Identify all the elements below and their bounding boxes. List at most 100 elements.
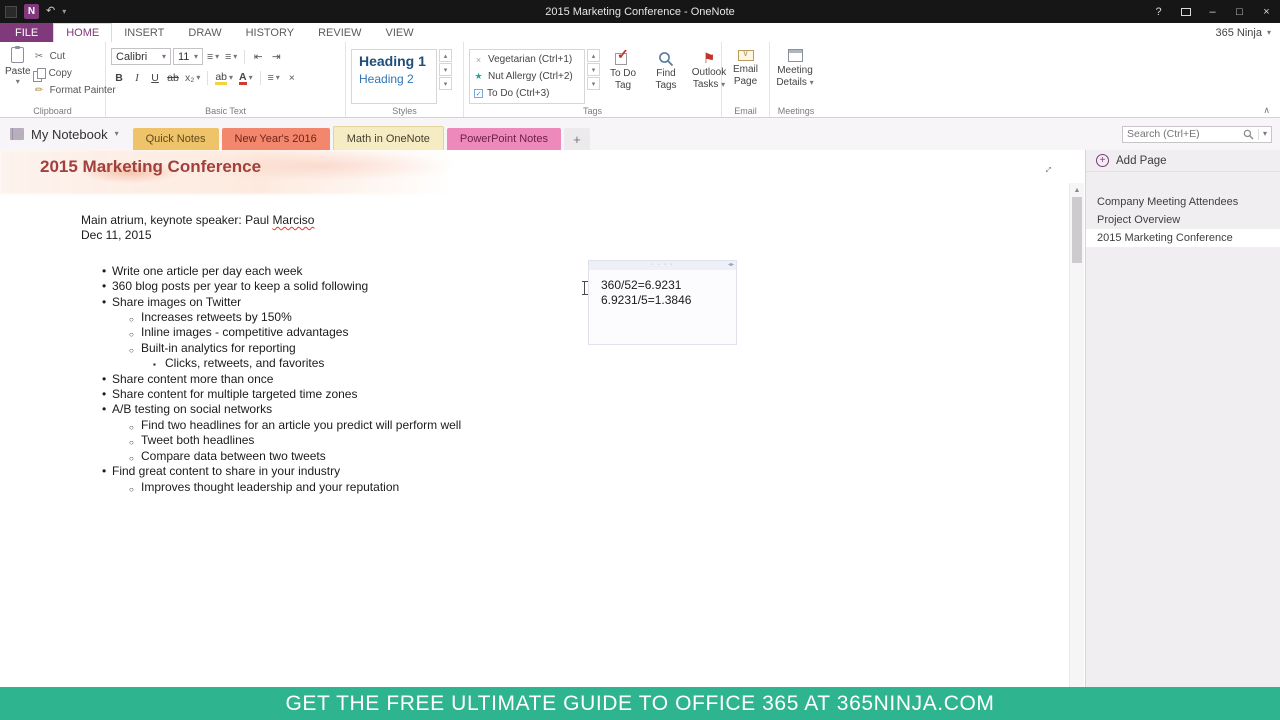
tag-to-do[interactable]: ✓ To Do (Ctrl+3) [470,87,584,101]
scrollbar-up-arrow[interactable]: ▲ [1070,183,1084,197]
underline-button[interactable]: U [147,70,163,86]
list-item[interactable]: Share images on Twitter [81,295,641,311]
list-item[interactable]: Find two headlines for an article you pr… [81,418,641,436]
resize-arrows-icon[interactable]: ◂▸ [728,261,734,269]
scrollbar-thumb[interactable] [1072,197,1082,263]
undo-icon[interactable]: ↶ [46,6,55,17]
list-item[interactable]: 360 blog posts per year to keep a solid … [81,279,641,295]
tab-draw[interactable]: DRAW [176,23,233,42]
ribbon-display-options-button[interactable] [1172,0,1199,23]
decrease-indent-button[interactable]: ⇤ [250,49,266,65]
strikethrough-button[interactable]: ab [165,70,181,86]
section-tab-powerpoint-notes[interactable]: PowerPoint Notes [446,128,561,150]
tags-scroll-up-button[interactable]: ▴ [587,49,600,62]
font-color-button[interactable]: A ▾ [237,70,255,86]
note-container-move-handle[interactable]: · · · · ◂▸ [589,261,736,270]
page-canvas[interactable]: 2015 Marketing Conference ↔ Main atrium,… [0,150,1069,687]
styles-scroll-up-button[interactable]: ▴ [439,49,452,62]
italic-button[interactable]: I [129,70,145,86]
note-line[interactable]: Main atrium, keynote speaker: Paul Marci… [81,213,641,228]
tab-home[interactable]: HOME [53,23,113,42]
search-icon[interactable] [1243,129,1254,140]
note-line[interactable]: Dec 11, 2015 [81,228,641,243]
close-button[interactable]: × [1253,0,1280,23]
search-scope-dropdown-icon[interactable]: ▾ [1263,130,1267,138]
font-name-select[interactable]: Calibri ▾ [111,48,171,65]
section-tab-new-years-2016[interactable]: New Year's 2016 [221,128,330,150]
list-item[interactable]: Compare data between two tweets [81,449,641,467]
onenote-app-icon[interactable]: N [24,4,39,19]
page-list-item[interactable]: Company Meeting Attendees [1086,193,1280,211]
format-painter-button[interactable]: ✏ Format Painter [31,84,118,97]
find-tags-button[interactable]: Find Tags [646,49,686,104]
clear-formatting-button[interactable]: × [284,70,300,86]
customize-qat-dropdown-icon[interactable]: ▾ [62,7,66,16]
tab-file[interactable]: FILE [0,23,54,42]
tab-insert[interactable]: INSERT [112,23,176,42]
chevron-down-icon: ▾ [196,73,201,82]
cut-button[interactable]: ✂ Cut [31,50,118,63]
page-title[interactable]: 2015 Marketing Conference [40,157,261,177]
tab-history[interactable]: HISTORY [234,23,307,42]
styles-scroll-down-button[interactable]: ▾ [439,63,452,76]
chevron-down-icon: ▾ [1266,27,1271,37]
page-list-item[interactable]: Project Overview [1086,211,1280,229]
tag-vegetarian[interactable]: × Vegetarian (Ctrl+1) [470,53,584,67]
page-list-item-selected[interactable]: 2015 Marketing Conference [1086,229,1280,247]
search-input[interactable] [1127,128,1239,140]
tags-more-button[interactable]: ▾ [587,77,600,90]
minimize-button[interactable]: – [1199,0,1226,23]
tag-nut-allergy[interactable]: ★ Nut Allergy (Ctrl+2) [470,70,584,84]
new-section-button[interactable]: + [563,128,590,150]
list-item[interactable]: Write one article per day each week [81,264,641,280]
paste-clipboard-icon [11,46,25,63]
vertical-scrollbar[interactable]: ▲ [1069,183,1084,687]
numbering-icon: ≡ [225,50,232,63]
list-item[interactable]: Tweet both headlines [81,433,641,451]
math-line[interactable]: 360/52=6.9231 [601,278,736,293]
list-item[interactable]: Built-in analytics for reporting [81,341,641,359]
note-container[interactable]: · · · · ◂▸ 360/52=6.9231 6.9231/5=1.3846 [588,260,737,345]
meeting-details-button[interactable]: Meeting Details ▾ [775,45,815,104]
search-box[interactable]: ▾ [1122,125,1272,143]
misspelled-word[interactable]: Marciso [272,213,314,227]
math-line[interactable]: 6.9231/5=1.3846 [601,293,736,308]
bullets-button[interactable]: ≡ ▾ [205,49,221,65]
list-item[interactable]: Increases retweets by 150% [81,310,641,328]
email-page-button[interactable]: Email Page [727,45,764,104]
list-item[interactable]: Inline images - competitive advantages [81,325,641,343]
maximize-button[interactable]: □ [1226,0,1253,23]
list-item[interactable]: Find great content to share in your indu… [81,464,641,480]
help-button[interactable]: ? [1145,0,1172,23]
list-item[interactable]: Share content more than once [81,372,641,388]
list-item[interactable]: Clicks, retweets, and favorites [81,356,641,373]
collapse-ribbon-button[interactable]: ∧ [1263,105,1270,116]
paste-button[interactable]: Paste ▾ [5,45,31,104]
tab-review[interactable]: REVIEW [306,23,373,42]
window-system-icon[interactable] [5,5,17,18]
bold-button[interactable]: B [111,70,127,86]
style-heading-2[interactable]: Heading 2 [359,72,429,86]
font-size-select[interactable]: 11 ▾ [173,48,203,65]
list-item[interactable]: Improves thought leadership and your rep… [81,480,641,498]
numbering-button[interactable]: ≡ ▾ [223,49,239,65]
section-tab-math-in-onenote[interactable]: Math in OneNote [332,126,444,150]
copy-button[interactable]: Copy [31,67,118,82]
increase-indent-button[interactable]: ⇥ [268,49,284,65]
list-item[interactable]: Share content for multiple targeted time… [81,387,641,403]
account-menu[interactable]: 365 Ninja ▾ [1216,23,1272,42]
list-item[interactable]: A/B testing on social networks [81,402,641,418]
subscript-button[interactable]: x₂ ▾ [183,70,202,86]
to-do-tag-button[interactable]: ✓ To Do Tag [603,47,643,104]
font-size-value: 11 [178,50,190,63]
notebook-dropdown[interactable]: My Notebook ▾ [0,127,133,142]
style-heading-1[interactable]: Heading 1 [359,53,429,69]
styles-more-button[interactable]: ▾ [439,77,452,90]
expand-page-icon[interactable]: ↔ [1038,159,1056,177]
tab-view[interactable]: VIEW [373,23,425,42]
section-tab-quick-notes[interactable]: Quick Notes [132,128,219,150]
tags-scroll-down-button[interactable]: ▾ [587,63,600,76]
paragraph-alignment-button[interactable]: ≡ ▾ [266,70,282,86]
add-page-button[interactable]: + Add Page [1086,150,1280,172]
highlight-button[interactable]: ab ▾ [213,70,235,86]
